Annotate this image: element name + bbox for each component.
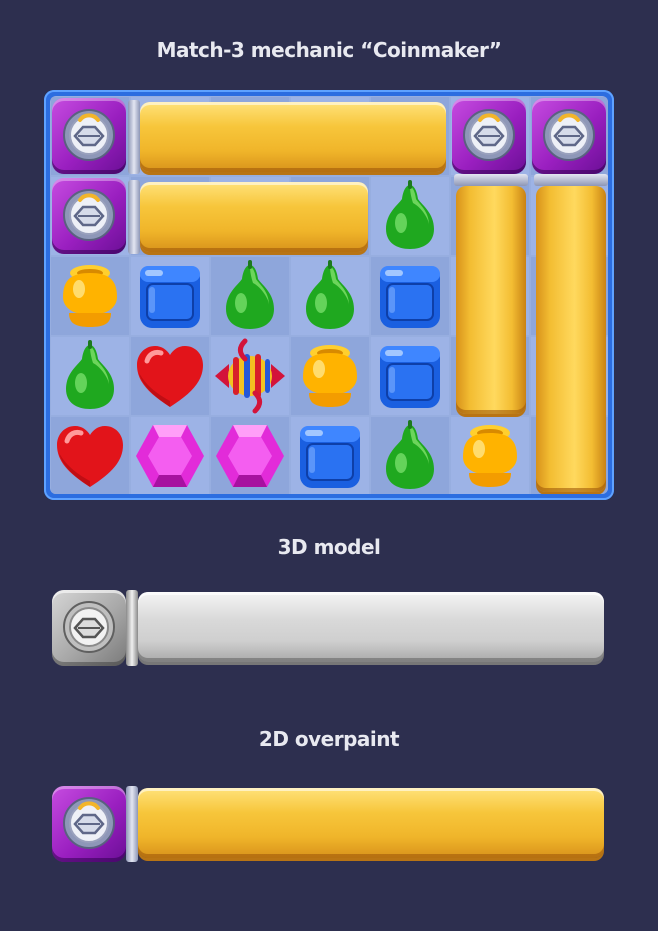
blue-jar-piece — [371, 257, 449, 335]
coinmaker-bar — [140, 102, 446, 172]
blue-jar-icon — [140, 266, 200, 328]
red-heart-piece — [51, 417, 129, 494]
blue-jar-piece — [371, 337, 449, 415]
blue-jar-icon — [380, 346, 440, 408]
red-heart-piece — [131, 337, 209, 415]
yellow-cup-icon — [303, 345, 357, 407]
yellow-cup-piece — [451, 417, 529, 494]
section-title-3d-model: 3D model — [277, 535, 381, 559]
coinmaker-bar — [140, 182, 368, 252]
blue-jar-icon — [300, 426, 360, 488]
striped-candy-piece — [211, 337, 289, 415]
green-pear-piece — [51, 337, 129, 415]
blue-jar-piece — [291, 417, 369, 494]
page-title: Match-3 mechanic “Coinmaker” — [156, 38, 502, 62]
coinmaker-bar — [536, 186, 606, 492]
striped-candy-icon — [215, 338, 285, 414]
green-pear-piece — [291, 257, 369, 335]
coinmaker-lock-icon — [532, 98, 606, 174]
green-pear-icon — [306, 260, 354, 329]
blue-jar-piece — [131, 257, 209, 335]
yellow-cup-piece — [51, 257, 129, 335]
red-heart-icon — [57, 426, 123, 487]
section-title-2d-overpaint: 2D overpaint — [258, 727, 400, 751]
game-board — [44, 90, 614, 500]
board-grid — [50, 96, 608, 494]
green-pear-piece — [371, 177, 449, 255]
yellow-cup-icon — [63, 265, 117, 327]
coinmaker-3d-model — [52, 588, 608, 670]
coinmaker-bar — [456, 186, 526, 414]
blue-jar-icon — [380, 266, 440, 328]
green-pear-piece — [371, 417, 449, 494]
green-pear-icon — [386, 180, 434, 249]
yellow-cup-icon — [463, 425, 517, 487]
coinmaker-2d-overpaint — [52, 784, 608, 866]
green-pear-icon — [386, 420, 434, 489]
coinmaker-connector — [126, 590, 138, 666]
yellow-cup-piece — [291, 337, 369, 415]
coinmaker-connector — [128, 180, 140, 254]
coinmaker-lock-icon — [52, 98, 126, 174]
coinmaker-connector — [126, 786, 138, 862]
green-pear-icon — [226, 260, 274, 329]
coinmaker-connector — [128, 100, 140, 174]
pink-hexagon-icon — [216, 425, 284, 487]
coinmaker-connector — [454, 174, 528, 186]
green-pear-piece — [211, 257, 289, 335]
coinmaker-connector — [534, 174, 608, 186]
coinmaker-bar — [138, 592, 604, 662]
pink-hexagon-icon — [136, 425, 204, 487]
coinmaker-lock-icon — [52, 590, 126, 666]
pink-hexagon-piece — [131, 417, 209, 494]
coinmaker-lock-icon — [52, 786, 126, 862]
coinmaker-bar — [138, 788, 604, 858]
coinmaker-lock-icon — [52, 178, 126, 254]
green-pear-icon — [66, 340, 114, 409]
pink-hexagon-piece — [211, 417, 289, 494]
coinmaker-lock-icon — [452, 98, 526, 174]
red-heart-icon — [137, 346, 203, 407]
